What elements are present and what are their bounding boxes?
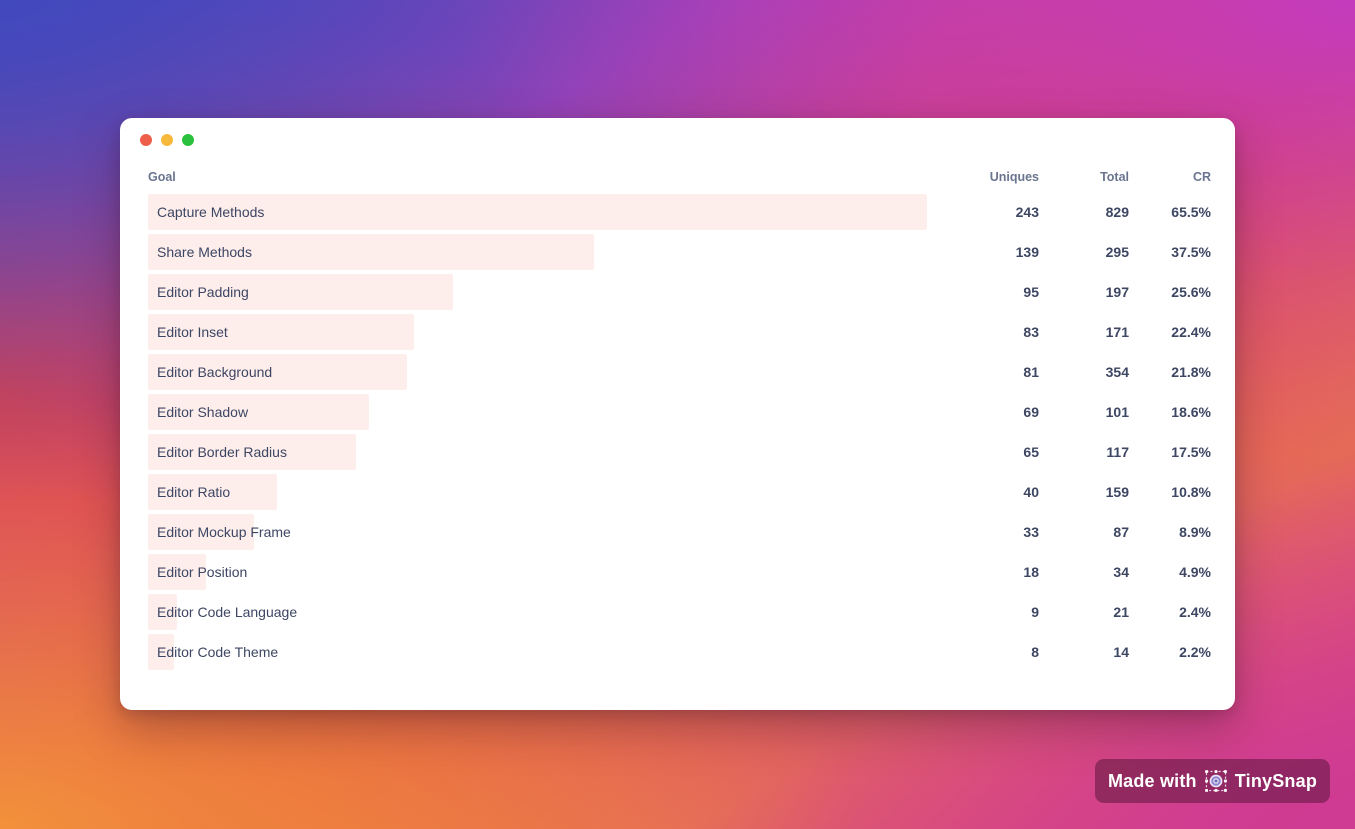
goal-cell: Editor Border Radius [148,432,927,472]
goal-cell: Editor Mockup Frame [148,512,927,552]
goal-cell: Editor Padding [148,272,927,312]
goal-label: Editor Code Language [157,604,298,620]
uniques-cell: 83 [1023,324,1039,340]
goal-label: Editor Border Radius [157,444,287,460]
total-cell: 829 [1105,204,1129,220]
cr-cell: 22.4% [1171,324,1211,340]
uniques-cell: 40 [1023,484,1039,500]
goal-cell: Editor Code Theme [148,632,927,672]
total-cell: 21 [1113,604,1129,620]
screenshot-card: Goal Uniques Total CR Capture Methods 243… [120,118,1235,710]
goals-table: Goal Uniques Total CR Capture Methods 243… [120,162,1235,672]
total-cell: 117 [1106,444,1129,460]
table-row[interactable]: Editor Position 18 34 4.9% [148,552,1211,592]
cr-cell: 2.2% [1179,644,1211,660]
tinysnap-logo-icon [1204,770,1227,792]
table-row[interactable]: Editor Padding 95 197 25.6% [148,272,1211,312]
goal-label: Editor Position [157,564,248,580]
goal-cell: Editor Inset [148,312,927,352]
cr-cell: 2.4% [1179,604,1211,620]
uniques-cell: 81 [1023,364,1039,380]
uniques-cell: 139 [1015,244,1039,260]
goal-label: Share Methods [157,244,252,260]
goal-label: Editor Background [157,364,273,380]
total-cell: 14 [1113,644,1129,660]
column-header-uniques: Uniques [989,170,1039,184]
table-row[interactable]: Capture Methods 243 829 65.5% [148,192,1211,232]
total-cell: 197 [1105,284,1129,300]
uniques-cell: 8 [1031,644,1039,660]
goal-cell: Editor Code Language [148,592,927,632]
column-header-goal: Goal [148,170,176,184]
cr-cell: 21.8% [1171,364,1211,380]
goal-label: Editor Code Theme [157,644,279,660]
goal-label: Editor Mockup Frame [157,524,291,540]
total-cell: 87 [1113,524,1129,540]
goal-cell: Editor Shadow [148,392,927,432]
uniques-cell: 95 [1023,284,1039,300]
column-header-cr: CR [1192,170,1211,184]
table-header-row: Goal Uniques Total CR [148,162,1211,192]
goal-cell: Share Methods [148,232,927,272]
table-row[interactable]: Share Methods 139 295 37.5% [148,232,1211,272]
goal-progress-bar [148,194,927,230]
goal-cell: Editor Ratio [148,472,927,512]
uniques-cell: 243 [1015,204,1039,220]
badge-brand-label: TinySnap [1234,770,1318,791]
goal-cell: Capture Methods [148,192,927,232]
total-cell: 34 [1113,564,1129,580]
goal-cell: Editor Background [148,352,927,392]
window-titlebar [120,118,1235,162]
total-cell: 354 [1105,364,1129,380]
uniques-cell: 33 [1023,524,1039,540]
goal-cell: Editor Position [148,552,927,592]
table-row[interactable]: Editor Mockup Frame 33 87 8.9% [148,512,1211,552]
total-cell: 101 [1105,404,1129,420]
uniques-cell: 18 [1023,564,1039,580]
uniques-cell: 69 [1023,404,1039,420]
goal-label: Editor Shadow [157,404,249,420]
table-row[interactable]: Editor Inset 83 171 22.4% [148,312,1211,352]
cr-cell: 10.8% [1171,484,1211,500]
total-cell: 159 [1105,484,1129,500]
goal-label: Capture Methods [157,204,265,220]
uniques-cell: 9 [1031,604,1039,620]
cr-cell: 8.9% [1179,524,1211,540]
tinysnap-watermark-badge[interactable]: Made with TinySnap [1095,759,1330,803]
cr-cell: 65.5% [1171,204,1211,220]
table-row[interactable]: Editor Border Radius 65 117 17.5% [148,432,1211,472]
goal-label: Editor Inset [157,324,228,340]
table-row[interactable]: Editor Ratio 40 159 10.8% [148,472,1211,512]
table-body: Capture Methods 243 829 65.5% Share Methods 1… [148,192,1211,672]
table-row[interactable]: Editor Background 81 354 21.8% [148,352,1211,392]
cr-cell: 25.6% [1171,284,1211,300]
table-row[interactable]: Editor Shadow 69 101 18.6% [148,392,1211,432]
badge-prefix-label: Made with [1107,770,1197,791]
minimize-button[interactable] [161,134,173,146]
cr-cell: 4.9% [1179,564,1211,580]
table-row[interactable]: Editor Code Language 9 21 2.4% [148,592,1211,632]
goal-label: Editor Ratio [157,484,231,500]
total-cell: 295 [1105,244,1129,260]
column-header-total: Total [1100,170,1129,184]
cr-cell: 18.6% [1171,404,1211,420]
cr-cell: 17.5% [1171,444,1211,460]
close-button[interactable] [140,134,152,146]
maximize-button[interactable] [182,134,194,146]
goal-label: Editor Padding [157,284,249,300]
total-cell: 171 [1105,324,1129,340]
cr-cell: 37.5% [1171,244,1211,260]
table-row[interactable]: Editor Code Theme 8 14 2.2% [148,632,1211,672]
uniques-cell: 65 [1023,444,1039,460]
